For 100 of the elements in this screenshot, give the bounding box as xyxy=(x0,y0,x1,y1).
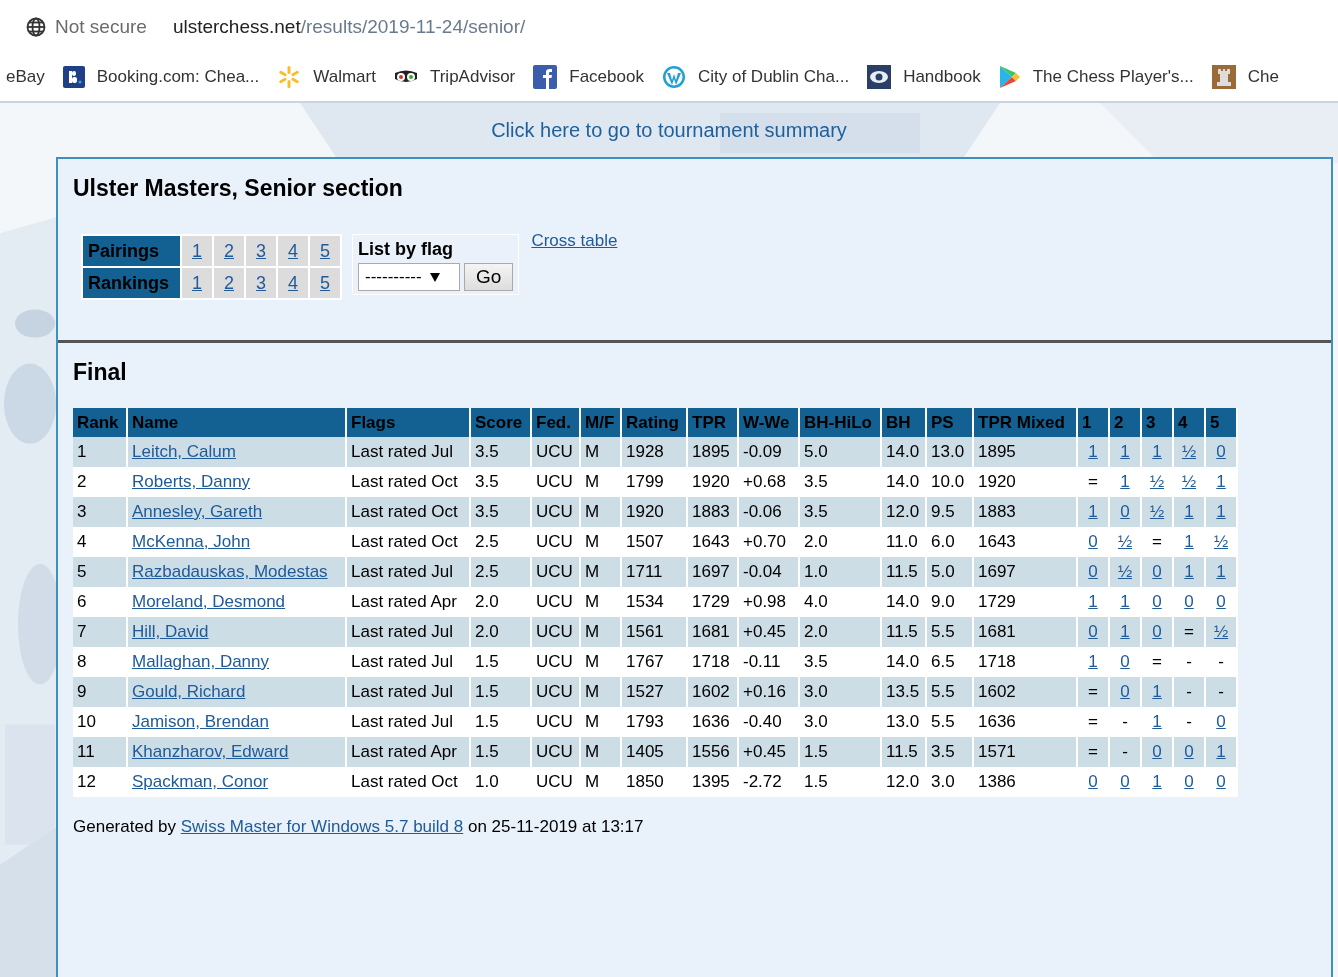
table-cell: 14.0 xyxy=(881,467,926,497)
table-cell: 1895 xyxy=(687,437,738,467)
result-link[interactable]: 0 xyxy=(1184,772,1194,791)
result-link[interactable]: 0 xyxy=(1152,622,1162,641)
table-cell: Last rated Oct xyxy=(346,497,470,527)
bookmark[interactable]: Handbook xyxy=(867,65,981,89)
result-link[interactable]: 1 xyxy=(1088,652,1098,671)
table-cell: 12.0 xyxy=(881,497,926,527)
table-cell: 1729 xyxy=(973,587,1077,617)
table-cell: 2.5 xyxy=(470,557,531,587)
row-header: Pairings xyxy=(83,236,181,266)
result-link[interactable]: 0 xyxy=(1120,682,1130,701)
result-link[interactable]: 1 xyxy=(1216,502,1226,521)
table-cell: Last rated Apr xyxy=(346,737,470,767)
result-link[interactable]: 1 xyxy=(1184,562,1194,581)
result-link[interactable]: 0 xyxy=(1152,592,1162,611)
table-cell: 13.0 xyxy=(926,437,973,467)
address-bar[interactable]: ulsterchess.net/results/2019-11-24/senior/ xyxy=(172,15,526,38)
bookmark[interactable]: TripAdvisor xyxy=(393,67,516,87)
result-link[interactable]: 0 xyxy=(1088,772,1098,791)
table-cell: UCU xyxy=(531,587,580,617)
result-link[interactable]: 0 xyxy=(1088,622,1098,641)
table-cell: 1395 xyxy=(687,767,738,797)
result-link[interactable]: 1 xyxy=(1152,772,1162,791)
table-cell: UCU xyxy=(531,767,580,797)
result-link[interactable]: 1 xyxy=(1120,442,1130,461)
cross-table-link[interactable]: Cross table xyxy=(531,231,618,251)
result-link[interactable]: 1 xyxy=(1152,682,1162,701)
result-link[interactable]: 0 xyxy=(1120,772,1130,791)
table-cell: 6.0 xyxy=(926,527,973,557)
table-cell: 14.0 xyxy=(881,647,926,677)
go-button[interactable]: Go xyxy=(464,263,514,291)
result-link[interactable]: 0 xyxy=(1184,592,1194,611)
table-cell: Last rated Oct xyxy=(346,767,470,797)
table-cell: 12 xyxy=(73,767,127,797)
table-cell: Last rated Oct xyxy=(346,467,470,497)
table-cell: Last rated Jul xyxy=(346,437,470,467)
owl-eyes-icon xyxy=(393,69,418,85)
result-link[interactable]: 1 xyxy=(1152,442,1162,461)
table-cell: Last rated Jul xyxy=(346,707,470,737)
result-link[interactable]: 0 xyxy=(1120,652,1130,671)
software-link[interactable]: Swiss Master for Windows 5.7 build 8 xyxy=(180,817,464,836)
table-cell: M xyxy=(580,467,621,497)
bookmark[interactable]: City of Dublin Cha... xyxy=(661,65,850,89)
wordpress-icon xyxy=(661,65,686,89)
result-link[interactable]: 1 xyxy=(1216,562,1226,581)
result-link[interactable]: 0 xyxy=(1216,712,1226,731)
result-link[interactable]: 0 xyxy=(1216,442,1226,461)
result-link[interactable]: 1 xyxy=(1088,442,1098,461)
table-cell: M xyxy=(580,767,621,797)
table-cell: M xyxy=(580,527,621,557)
table-cell: 1681 xyxy=(687,617,738,647)
result-link[interactable]: 0 xyxy=(1152,742,1162,761)
result-link[interactable]: 1 xyxy=(1184,502,1194,521)
bookmark[interactable]: Facebook xyxy=(533,65,644,89)
result-link[interactable]: 1 xyxy=(1152,712,1162,731)
result-link[interactable]: 1 xyxy=(1120,472,1130,491)
table-cell: Last rated Apr xyxy=(346,587,470,617)
result-link[interactable]: 1 xyxy=(1216,742,1226,761)
result-link[interactable]: 1 xyxy=(1120,622,1130,641)
bookmark[interactable]: Che xyxy=(1211,65,1279,89)
result-link[interactable]: 1 xyxy=(1216,472,1226,491)
result-link[interactable]: 0 xyxy=(1216,592,1226,611)
table-cell: 1799 xyxy=(621,467,687,497)
result-link[interactable]: 0 xyxy=(1216,772,1226,791)
bookmark[interactable]: The Chess Player's... xyxy=(998,65,1194,89)
table-cell: 13.0 xyxy=(881,707,926,737)
result-link[interactable]: 1 xyxy=(1120,592,1130,611)
table-cell: 2.0 xyxy=(470,587,531,617)
result-link[interactable]: 0 xyxy=(1120,502,1130,521)
bookmark[interactable]: Booking.com: Chea... xyxy=(62,66,260,88)
table-cell: -2.72 xyxy=(738,767,799,797)
table-cell: 1636 xyxy=(687,707,738,737)
result-link[interactable]: 0 xyxy=(1088,562,1098,581)
table-cell: 3.5 xyxy=(470,467,531,497)
table-cell: UCU xyxy=(531,497,580,527)
table-cell: -0.09 xyxy=(738,437,799,467)
flag-select[interactable]: ---------- xyxy=(358,263,461,291)
summary-link[interactable]: Click here to go to tournament summary xyxy=(491,119,847,141)
table-cell: 1793 xyxy=(621,707,687,737)
table-cell: Last rated Jul xyxy=(346,677,470,707)
table-cell: 3.5 xyxy=(470,497,531,527)
column-header: Score xyxy=(470,408,531,437)
table-cell: 1556 xyxy=(687,737,738,767)
result-link[interactable]: 1 xyxy=(1088,502,1098,521)
column-header: BH xyxy=(881,408,926,437)
bookmark[interactable]: Walmart xyxy=(277,65,376,89)
result-link[interactable]: 1 xyxy=(1184,532,1194,551)
column-header: 2 xyxy=(1109,408,1141,437)
row-header: Rankings xyxy=(83,268,181,298)
bookmark[interactable]: eBay xyxy=(6,67,45,87)
table-cell: - xyxy=(1109,737,1141,767)
table-cell: = xyxy=(1077,707,1109,737)
result-link[interactable]: 0 xyxy=(1184,742,1194,761)
result-link[interactable]: 0 xyxy=(1152,562,1162,581)
result-link[interactable]: 0 xyxy=(1088,532,1098,551)
table-cell: M xyxy=(580,677,621,707)
table-cell: 1895 xyxy=(973,437,1077,467)
result-link[interactable]: 1 xyxy=(1088,592,1098,611)
table-cell: 6.5 xyxy=(926,647,973,677)
